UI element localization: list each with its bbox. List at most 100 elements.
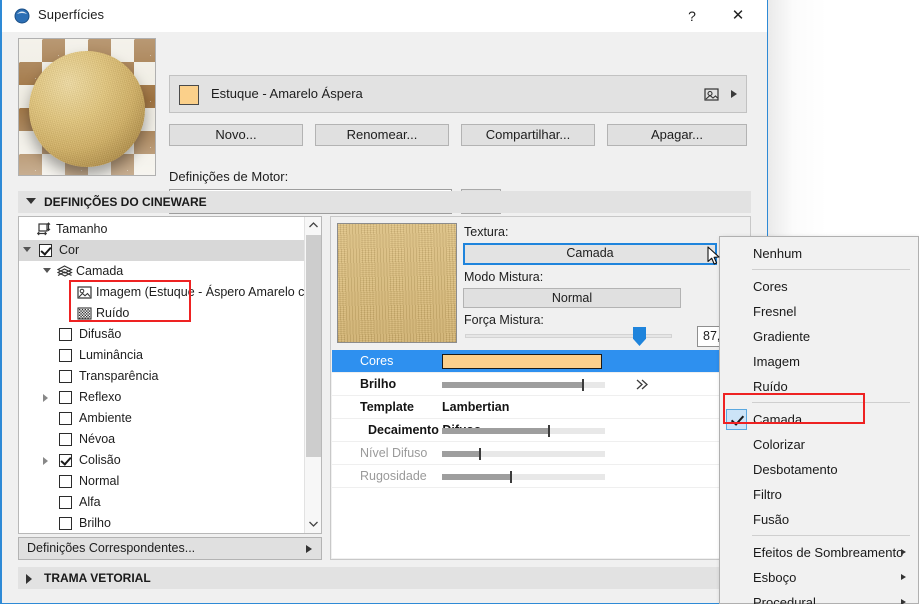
property-row[interactable]: Decaimento Difuso81 xyxy=(332,419,751,442)
tree-item-transpar-ncia[interactable]: Transparência xyxy=(19,366,305,387)
property-row[interactable]: Brilho86 xyxy=(332,373,751,396)
property-slider-handle[interactable] xyxy=(582,379,584,391)
menu-item-cores[interactable]: Cores xyxy=(720,274,918,299)
tree-checkbox[interactable] xyxy=(59,349,72,362)
tree-checkbox[interactable] xyxy=(59,433,72,446)
menu-item-nenhum[interactable]: Nenhum xyxy=(720,241,918,266)
menu-item-desbotamento[interactable]: Desbotamento xyxy=(720,457,918,482)
menu-item-label: Desbotamento xyxy=(753,457,838,482)
property-text-value[interactable]: Lambertian xyxy=(442,396,509,419)
tree-item-alfa[interactable]: Alfa xyxy=(19,492,305,513)
property-slider-track[interactable] xyxy=(442,382,605,388)
tree-checkbox[interactable] xyxy=(59,475,72,488)
menu-item-colorizar[interactable]: Colorizar xyxy=(720,432,918,457)
property-slider-track[interactable] xyxy=(442,428,605,434)
tree-item-label: Ruído xyxy=(96,303,129,324)
menu-item-label: Filtro xyxy=(753,482,782,507)
tree-item-tamanho[interactable]: Tamanho xyxy=(19,219,305,240)
menu-item-filtro[interactable]: Filtro xyxy=(720,482,918,507)
section-cineware-settings[interactable]: DEFINIÇÕES DO CINEWARE xyxy=(18,191,751,213)
tree-checkbox[interactable] xyxy=(59,454,72,467)
blend-mode-combo[interactable]: Normal xyxy=(463,288,681,308)
material-properties-table[interactable]: CoresBrilho86TemplateLambertianDecaiment… xyxy=(332,350,749,558)
dialog-body: Estuque - Amarelo Áspera Novo... Renomea… xyxy=(2,32,767,603)
tree-item-n-voa[interactable]: Névoa xyxy=(19,429,305,450)
tree-item-ru-do[interactable]: Ruído xyxy=(19,303,305,324)
property-row[interactable]: Rugosidade50 xyxy=(332,465,751,488)
menu-separator xyxy=(752,402,910,403)
blend-strength-label: Força Mistura: xyxy=(464,313,544,327)
material-name-field[interactable]: Estuque - Amarelo Áspera xyxy=(169,75,747,113)
menu-item-esbo-o[interactable]: Esboço xyxy=(720,565,918,590)
double-chevron-icon[interactable] xyxy=(635,378,651,395)
menu-item-procedural[interactable]: Procedural xyxy=(720,590,918,604)
scroll-down-button[interactable] xyxy=(305,516,322,533)
property-slider-fill xyxy=(442,474,510,480)
tree-checkbox[interactable] xyxy=(59,517,72,530)
arrow-right-icon[interactable] xyxy=(731,90,737,98)
chevron-down-icon[interactable] xyxy=(43,268,51,273)
tree-item-difus-o[interactable]: Difusão xyxy=(19,324,305,345)
tree-checkbox[interactable] xyxy=(39,244,52,257)
menu-item-fus-o[interactable]: Fusão xyxy=(720,507,918,532)
section-vector-hatch-label: TRAMA VETORIAL xyxy=(44,567,151,589)
tree-item-colis-o[interactable]: Colisão xyxy=(19,450,305,471)
new-button[interactable]: Novo... xyxy=(169,124,303,146)
menu-item-efeitos-de-sombreamento[interactable]: Efeitos de Sombreamento xyxy=(720,540,918,565)
rename-button[interactable]: Renomear... xyxy=(315,124,449,146)
menu-item-ru-do[interactable]: Ruído xyxy=(720,374,918,399)
tree-checkbox[interactable] xyxy=(59,496,72,509)
tree-item-ambiente[interactable]: Ambiente xyxy=(19,408,305,429)
tree-item-label: Camada xyxy=(76,261,123,282)
help-button[interactable]: ? xyxy=(677,6,707,26)
property-slider-handle[interactable] xyxy=(510,471,512,483)
property-slider-fill xyxy=(442,451,479,457)
picture-pick-icon[interactable] xyxy=(704,87,720,103)
material-color-swatch xyxy=(179,85,199,105)
menu-item-label: Colorizar xyxy=(753,432,805,457)
menu-item-imagem[interactable]: Imagem xyxy=(720,349,918,374)
property-slider-track[interactable] xyxy=(442,474,605,480)
property-color-swatch[interactable] xyxy=(442,354,602,369)
tree-item-camada[interactable]: Camada xyxy=(19,261,305,282)
texture-thumbnail[interactable] xyxy=(337,223,457,343)
chevron-down-icon[interactable] xyxy=(23,247,31,252)
arrow-right-icon xyxy=(306,545,312,553)
matching-settings-button[interactable]: Definições Correspondentes... xyxy=(18,537,322,560)
property-slider-handle[interactable] xyxy=(548,425,550,437)
delete-button[interactable]: Apagar... xyxy=(607,124,747,146)
scroll-up-button[interactable] xyxy=(305,217,322,234)
tree-item-label: Brilho xyxy=(79,513,111,534)
tree-item-normal[interactable]: Normal xyxy=(19,471,305,492)
tree-item-imagem[interactable]: Imagem (Estuque - Áspero Amarelo cb -opt… xyxy=(19,282,305,303)
tree-checkbox[interactable] xyxy=(59,328,72,341)
material-preview[interactable] xyxy=(18,38,156,176)
blend-strength-slider-knob[interactable] xyxy=(633,327,646,346)
tree-item-cor[interactable]: Cor xyxy=(19,240,305,261)
tree-item-lumin-ncia[interactable]: Luminância xyxy=(19,345,305,366)
property-row[interactable]: Nível Difuso100 xyxy=(332,442,751,465)
property-row[interactable]: TemplateLambertian xyxy=(332,396,751,419)
tree-checkbox[interactable] xyxy=(59,391,72,404)
menu-item-camada[interactable]: Camada xyxy=(720,407,918,432)
tree-checkbox[interactable] xyxy=(59,370,72,383)
property-row[interactable]: Cores xyxy=(332,350,751,373)
property-slider-handle[interactable] xyxy=(479,448,481,460)
submenu-arrow-icon xyxy=(901,549,906,555)
texture-combo[interactable]: Camada xyxy=(463,243,717,265)
tree-item-reflexo[interactable]: Reflexo xyxy=(19,387,305,408)
tree-scroll-thumb[interactable] xyxy=(306,235,321,457)
menu-item-fresnel[interactable]: Fresnel xyxy=(720,299,918,324)
tree-item-brilho[interactable]: Brilho xyxy=(19,513,305,534)
chevron-right-icon[interactable] xyxy=(43,457,48,465)
share-button[interactable]: Compartilhar... xyxy=(461,124,595,146)
texture-type-menu[interactable]: Nenhum CoresFresnelGradienteImagemRuído Ca… xyxy=(719,236,919,604)
property-slider-track[interactable] xyxy=(442,451,605,457)
menu-item-gradiente[interactable]: Gradiente xyxy=(720,324,918,349)
channels-tree[interactable]: TamanhoCorCamadaImagem (Estuque - Áspero… xyxy=(18,216,322,534)
tree-scrollbar[interactable] xyxy=(304,217,321,533)
chevron-right-icon[interactable] xyxy=(43,394,48,402)
section-vector-hatch[interactable]: TRAMA VETORIAL xyxy=(18,567,751,589)
tree-checkbox[interactable] xyxy=(59,412,72,425)
close-button[interactable]: ✕ xyxy=(721,5,755,27)
